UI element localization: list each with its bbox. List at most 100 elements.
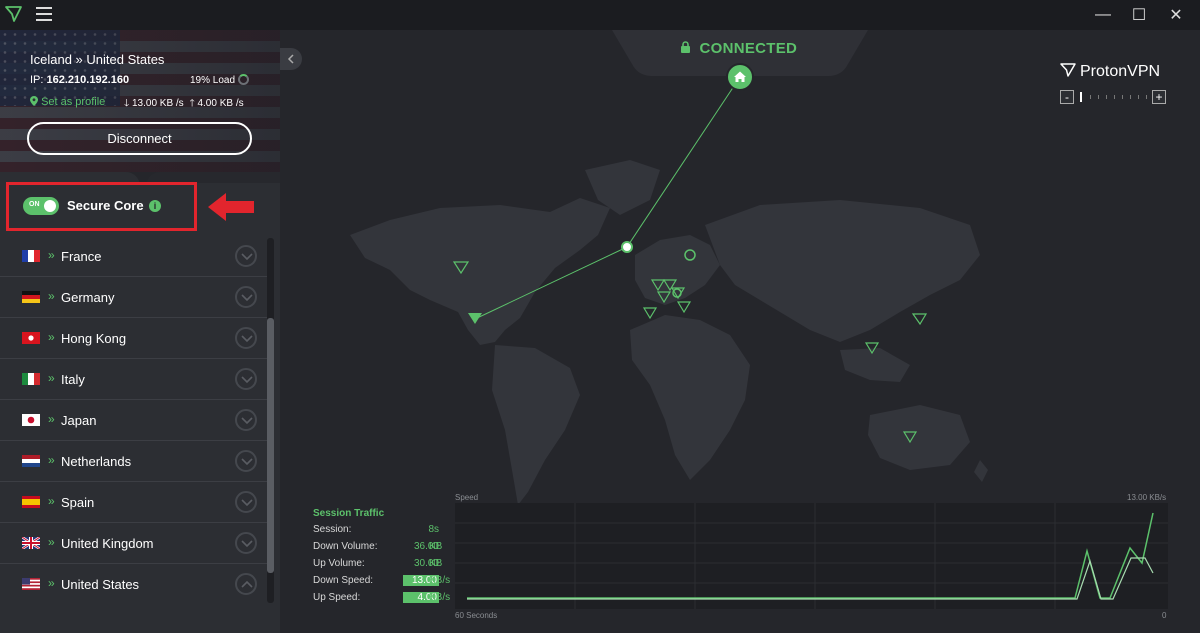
country-list: » France » Germany » Hong Kong » Italy » Japan » Ne… (0, 236, 268, 603)
chevron-down-icon[interactable] (235, 409, 257, 431)
download-arrow-icon: 🡓 (124, 98, 130, 109)
new-zealand-landmass (974, 460, 988, 482)
connection-status: CONNECTED (680, 40, 797, 57)
connection-header: Iceland » United States IP: 162.210.192.… (0, 30, 280, 172)
connection-route: Iceland » United States (30, 52, 165, 67)
country-name: Netherlands (61, 454, 132, 469)
chevron-down-icon[interactable] (235, 450, 257, 472)
home-marker-icon[interactable] (726, 63, 754, 91)
secure-core-chevron-icon: » (48, 330, 55, 344)
country-item-italy[interactable]: » Italy (0, 359, 268, 400)
graph-time-zero: 0 (1162, 611, 1167, 620)
australia-landmass (868, 405, 970, 470)
france-flag-icon (22, 250, 40, 262)
country-item-united-states[interactable]: » United States (0, 564, 268, 603)
zoom-in-button[interactable]: + (1152, 90, 1166, 104)
country-name: Germany (61, 290, 115, 305)
secure-core-label: Secure Core (67, 198, 144, 213)
country-item-japan[interactable]: » Japan (0, 400, 268, 441)
hamburger-menu-icon[interactable] (36, 7, 52, 21)
protonvpn-brand: ProtonVPN (1060, 62, 1160, 81)
close-button[interactable]: ✕ (1158, 0, 1194, 30)
uk-flag-icon (22, 537, 40, 549)
africa-landmass (630, 315, 750, 480)
traffic-row: Up Volume: 30.00 KB (313, 558, 443, 569)
country-item-germany[interactable]: » Germany (0, 277, 268, 318)
minimize-button[interactable]: — (1085, 0, 1121, 30)
country-item-hong-kong[interactable]: » Hong Kong (0, 318, 268, 359)
zoom-slider[interactable] (1078, 92, 1148, 102)
country-name: France (61, 249, 102, 264)
country-item-france[interactable]: » France (0, 236, 268, 277)
country-item-united-kingdom[interactable]: » United Kingdom (0, 523, 268, 564)
asia-landmass (705, 200, 980, 342)
germany-flag-icon (22, 291, 40, 303)
country-name: United Kingdom (61, 536, 154, 551)
italy-flag-icon (22, 373, 40, 385)
info-icon[interactable]: i (149, 200, 161, 212)
download-speed: 13.00 KB /s (131, 98, 184, 109)
country-name: United States (61, 577, 140, 592)
country-item-spain[interactable]: » Spain (0, 482, 268, 523)
country-item-netherlands[interactable]: » Netherlands (0, 441, 268, 482)
server-load: 19% Load (190, 75, 236, 86)
location-pin-icon (30, 96, 38, 106)
country-name: Japan (61, 413, 97, 428)
secure-core-chevron-icon: » (48, 494, 55, 508)
lock-icon (681, 41, 690, 53)
country-name: Italy (61, 372, 85, 387)
secure-core-chevron-icon: » (48, 576, 55, 590)
red-arrow-annotation-icon (208, 193, 254, 221)
north-america-landmass (350, 198, 610, 345)
secure-core-chevron-icon: » (48, 248, 55, 262)
netherlands-flag-icon (22, 455, 40, 467)
traffic-row: Down Volume: 36.00 KB (313, 541, 443, 552)
upload-speed-line (467, 557, 1154, 600)
chevron-left-icon (287, 54, 294, 64)
secure-core-chevron-icon: » (48, 535, 55, 549)
zoom-out-button[interactable]: - (1060, 90, 1074, 104)
us-flag-icon (22, 578, 40, 590)
country-name: Hong Kong (61, 331, 127, 346)
secure-core-chevron-icon: » (48, 453, 55, 467)
maximize-button[interactable]: ☐ (1121, 0, 1157, 30)
load-indicator-icon (238, 74, 249, 85)
upload-speed: 4.00 KB /s (197, 98, 244, 109)
chevron-down-icon[interactable] (235, 286, 257, 308)
country-name: Spain (61, 495, 95, 510)
ip-address: IP: 162.210.192.160 (30, 74, 130, 86)
chevron-up-icon[interactable] (235, 573, 257, 595)
disconnect-button[interactable]: Disconnect (27, 122, 252, 155)
europe-landmass (635, 235, 720, 305)
secure-core-toggle[interactable]: ON (23, 197, 59, 215)
south-america-landmass (492, 345, 580, 505)
chevron-down-icon[interactable] (235, 532, 257, 554)
chevron-down-icon[interactable] (235, 245, 257, 267)
chevron-down-icon[interactable] (235, 368, 257, 390)
title-bar: — ☐ ✕ (0, 0, 1200, 30)
graph-time-range: 60 Seconds (455, 611, 498, 620)
set-as-profile-link[interactable]: Set as profile (30, 96, 105, 108)
traffic-row: Up Speed: 4.00 KB/s (313, 592, 451, 603)
protonvpn-brand-logo-icon (1060, 63, 1076, 77)
session-traffic-title: Session Traffic (313, 508, 385, 519)
protonvpn-logo-icon (5, 6, 22, 22)
chevron-down-icon[interactable] (235, 327, 257, 349)
speed-graph (455, 503, 1168, 609)
traffic-row: Session: 8s (313, 524, 439, 535)
traffic-row: Down Speed: 13.00 KB/s (313, 575, 451, 586)
download-speed-line (467, 512, 1154, 599)
secure-core-chevron-icon: » (48, 371, 55, 385)
southeast-asia-landmass (840, 348, 910, 382)
secure-core-chevron-icon: » (48, 412, 55, 426)
scrollbar-thumb[interactable] (267, 318, 274, 573)
chevron-down-icon[interactable] (235, 491, 257, 513)
zoom-control: - + (1060, 90, 1166, 104)
graph-max-value: 13.00 KB/s (1127, 493, 1167, 502)
hong-kong-flag-icon (22, 332, 40, 344)
upload-arrow-icon: 🡑 (189, 98, 195, 109)
collapse-sidebar-button[interactable] (280, 48, 302, 70)
connection-speeds: 🡓 13.00 KB /s 🡑 4.00 KB /s (124, 96, 244, 113)
japan-flag-icon (22, 414, 40, 426)
spain-flag-icon (22, 496, 40, 508)
